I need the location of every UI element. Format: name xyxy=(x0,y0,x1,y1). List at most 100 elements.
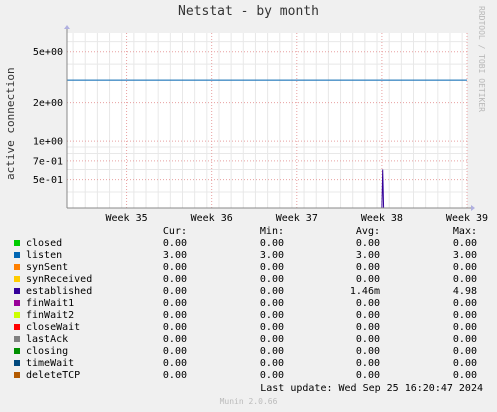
legend-value-max: 0.00 xyxy=(452,322,477,333)
legend-value-cur: 3.00 xyxy=(162,250,187,261)
legend-value-avg: 1.46m xyxy=(349,286,380,297)
legend-value-max: 0.00 xyxy=(452,262,477,273)
legend-series-name: listen xyxy=(26,250,63,261)
legend-swatch xyxy=(14,288,20,294)
legend-row-deletetcp: deleteTCP 0.00 0.00 0.00 0.00 xyxy=(0,370,497,382)
x-tick-label: Week 36 xyxy=(191,213,233,224)
legend-swatch xyxy=(14,360,20,366)
legend-series-name: established xyxy=(26,286,93,297)
legend-value-min: 0.00 xyxy=(259,262,284,273)
legend-value-avg: 0.00 xyxy=(355,262,380,273)
x-tick-label: Week 35 xyxy=(105,213,147,224)
legend-value-avg: 3.00 xyxy=(355,250,380,261)
legend-series-name: lastAck xyxy=(26,334,69,345)
legend-value-max: 3.00 xyxy=(452,250,477,261)
legend-value-min: 0.00 xyxy=(259,358,284,369)
legend-value-min: 0.00 xyxy=(259,370,284,381)
legend-series-name: deleteTCP xyxy=(26,370,81,381)
legend-swatch xyxy=(14,348,20,354)
legend-value-cur: 0.00 xyxy=(162,346,187,357)
legend-value-cur: 0.00 xyxy=(162,322,187,333)
legend-row-synreceived: synReceived 0.00 0.00 0.00 0.00 xyxy=(0,274,497,286)
legend-swatch xyxy=(14,300,20,306)
legend-value-cur: 0.00 xyxy=(162,370,187,381)
legend-value-max: 0.00 xyxy=(452,346,477,357)
y-tick-label: 5e-01 xyxy=(33,175,63,186)
legend-value-avg: 0.00 xyxy=(355,346,380,357)
legend-series-name: closeWait xyxy=(26,322,81,333)
legend-value-min: 0.00 xyxy=(259,298,284,309)
legend-header-cur: Cur: xyxy=(162,226,187,237)
legend-value-cur: 0.00 xyxy=(162,286,187,297)
legend-value-max: 0.00 xyxy=(452,238,477,249)
legend-series-name: synReceived xyxy=(26,274,93,285)
legend-row-synsent: synSent 0.00 0.00 0.00 0.00 xyxy=(0,262,497,274)
legend-header-row: Cur: Min: Avg: Max: xyxy=(0,226,497,238)
legend-value-min: 3.00 xyxy=(259,250,284,261)
legend-swatch xyxy=(14,240,20,246)
legend-value-cur: 0.00 xyxy=(162,358,187,369)
legend-row-finwait2: finWait2 0.00 0.00 0.00 0.00 xyxy=(0,310,497,322)
legend-series-name: finWait1 xyxy=(26,298,75,309)
legend-row-closed: closed 0.00 0.00 0.00 0.00 xyxy=(0,238,497,250)
legend-value-max: 0.00 xyxy=(452,334,477,345)
legend-value-cur: 0.00 xyxy=(162,262,187,273)
legend-value-cur: 0.00 xyxy=(162,298,187,309)
y-axis-arrow-icon xyxy=(64,25,70,29)
legend-value-min: 0.00 xyxy=(259,310,284,321)
x-tick-label: Week 39 xyxy=(446,213,488,224)
legend-value-min: 0.00 xyxy=(259,274,284,285)
legend-value-cur: 0.00 xyxy=(162,238,187,249)
legend-series-name: synSent xyxy=(26,262,69,273)
legend-row-listen: listen 3.00 3.00 3.00 3.00 xyxy=(0,250,497,262)
x-tick-label: Week 37 xyxy=(276,213,318,224)
legend-value-avg: 0.00 xyxy=(355,238,380,249)
legend-value-min: 0.00 xyxy=(259,334,284,345)
legend-value-avg: 0.00 xyxy=(355,310,380,321)
plot-area: 5e+00 2e+00 1e+00 7e-01 5e-01 Week 35 Week 36 W… xyxy=(33,25,488,224)
munin-graph: Netstat - by month active connection RRD… xyxy=(0,0,497,412)
legend-series-name: timeWait xyxy=(26,358,75,369)
legend-series-name: finWait2 xyxy=(26,310,75,321)
legend-header-avg: Avg: xyxy=(355,226,380,237)
legend-value-cur: 0.00 xyxy=(162,310,187,321)
legend-swatch xyxy=(14,372,20,378)
legend-value-max: 0.00 xyxy=(452,370,477,381)
legend-row-closing: closing 0.00 0.00 0.00 0.00 xyxy=(0,346,497,358)
legend-value-min: 0.00 xyxy=(259,322,284,333)
legend-swatch xyxy=(14,252,20,258)
legend-value-avg: 0.00 xyxy=(355,298,380,309)
legend-swatch xyxy=(14,324,20,330)
x-tick-label: Week 38 xyxy=(361,213,403,224)
y-tick-label: 2e+00 xyxy=(33,98,63,109)
legend-value-avg: 0.00 xyxy=(355,274,380,285)
y-tick-label: 1e+00 xyxy=(33,137,63,148)
legend-header-min: Min: xyxy=(259,226,284,237)
legend-swatch xyxy=(14,276,20,282)
legend-row-timewait: timeWait 0.00 0.00 0.00 0.00 xyxy=(0,358,497,370)
legend-value-min: 0.00 xyxy=(259,346,284,357)
legend-swatch xyxy=(14,264,20,270)
legend-value-max: 4.98 xyxy=(452,286,477,297)
legend-value-cur: 0.00 xyxy=(162,274,187,285)
legend-value-avg: 0.00 xyxy=(355,334,380,345)
legend-series-name: closing xyxy=(26,346,69,357)
legend-row-established: established 0.00 0.00 1.46m 4.98 xyxy=(0,286,497,298)
legend-swatch xyxy=(14,336,20,342)
legend-value-avg: 0.00 xyxy=(355,322,380,333)
legend-value-avg: 0.00 xyxy=(355,358,380,369)
legend-row-lastack: lastAck 0.00 0.00 0.00 0.00 xyxy=(0,334,497,346)
y-tick-label: 7e-01 xyxy=(33,156,63,167)
legend-value-min: 0.00 xyxy=(259,238,284,249)
legend-value-min: 0.00 xyxy=(259,286,284,297)
y-tick-label: 5e+00 xyxy=(33,47,63,58)
munin-version: Munin 2.0.66 xyxy=(219,397,278,406)
legend-value-max: 0.00 xyxy=(452,310,477,321)
legend-value-cur: 0.00 xyxy=(162,334,187,345)
legend-row-closewait: closeWait 0.00 0.00 0.00 0.00 xyxy=(0,322,497,334)
legend-header-max: Max: xyxy=(452,226,477,237)
legend-value-avg: 0.00 xyxy=(355,370,380,381)
last-update: Last update: Wed Sep 25 16:20:47 2024 xyxy=(260,383,483,394)
legend-value-max: 0.00 xyxy=(452,274,477,285)
legend-series-name: closed xyxy=(26,238,63,249)
